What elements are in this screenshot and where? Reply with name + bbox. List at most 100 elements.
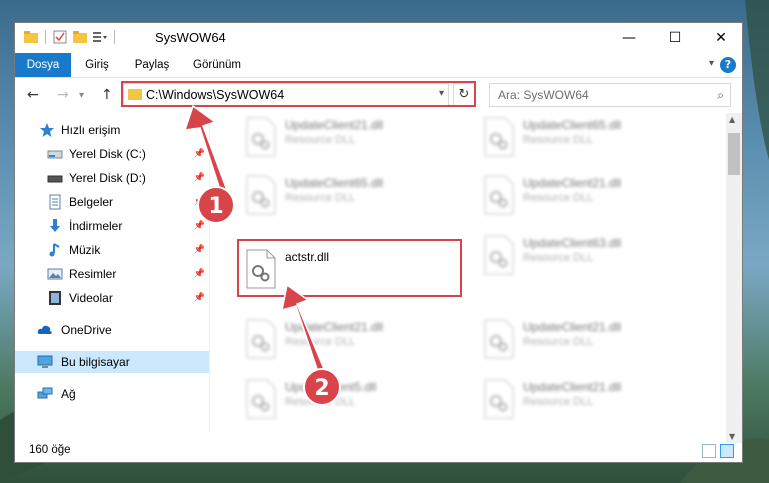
dll-file-icon [484,379,514,419]
search-box[interactable]: Ara: SysWOW64 ⌕ [489,83,731,107]
file-item[interactable]: UpdateClient65.dll Resource DLL [237,171,461,221]
tab-view[interactable]: Görünüm [187,53,247,77]
help-icon[interactable]: ? [720,57,736,73]
title-bar[interactable]: SysWOW64 — ☐ ✕ [15,23,742,53]
navigation-pane: Hızlı erişim Yerel Disk (C:) 📌 Yerel Dis… [15,113,209,433]
dll-file-icon [484,117,514,157]
file-item[interactable]: UpdateClient21.dll Resource DLL [237,315,461,365]
recent-locations-chevron-icon[interactable]: ▾ [79,90,84,101]
download-icon [50,219,60,232]
file-type: Resource DLL [285,192,356,204]
file-item[interactable]: UpdateClient5.dll Resource DLL [237,375,461,425]
sidebar-item-quick-access[interactable]: Hızlı erişim [15,119,209,141]
cloud-icon [37,325,52,334]
file-item[interactable]: UpdateClient65.dll Resource DLL [475,113,699,163]
scroll-down-icon[interactable]: ▼ [729,432,735,441]
dll-file-icon [246,117,276,157]
forward-arrow-icon[interactable]: → [57,87,69,103]
network-icon [37,387,53,399]
sidebar-item-label: Resimler [69,267,117,281]
scrollbar-thumb[interactable] [728,133,740,175]
file-name: UpdateClient63.dll [523,236,622,250]
file-type: Resource DLL [523,134,594,146]
file-type: Resource DLL [523,336,594,348]
pane-divider [209,113,210,433]
drive-icon [47,175,63,183]
file-item[interactable]: UpdateClient63.dll Resource DLL [475,231,699,281]
pin-icon: 📌 [193,244,205,254]
pictures-icon [47,268,63,280]
videos-icon [49,291,61,305]
sidebar-item-label: Yerel Disk (C:) [69,147,146,161]
file-type: Resource DLL [285,336,356,348]
file-name: UpdateClient21.dll [523,320,622,334]
file-name: UpdateClient21.dll [523,176,622,190]
sidebar-item-local-disk-c[interactable]: Yerel Disk (C:) 📌 [15,143,209,165]
file-type: Resource DLL [523,192,594,204]
sidebar-item-this-pc[interactable]: Bu bilgisayar [15,351,209,373]
sidebar-item-documents[interactable]: Belgeler 📌 [15,191,209,213]
file-highlight-box [237,239,462,297]
file-item[interactable]: UpdateClient21.dll Resource DLL [475,375,699,425]
sidebar-item-label: Bu bilgisayar [61,355,130,369]
search-icon: ⌕ [717,88,724,102]
tiles-view-icon[interactable] [720,444,734,458]
toolbar-separator [45,30,46,44]
tab-file[interactable]: Dosya [15,53,71,77]
file-item[interactable]: UpdateClient21.dll Resource DLL [237,113,461,163]
music-icon [49,243,60,257]
item-count: 160 öğe [29,444,71,456]
sidebar-item-pictures[interactable]: Resimler 📌 [15,263,209,285]
sidebar-item-network[interactable]: Ağ [15,383,209,405]
ribbon: Dosya Giriş Paylaş Görünüm ▾ ? [15,53,742,78]
up-arrow-icon[interactable]: ↑ [101,87,113,103]
documents-icon [49,194,61,210]
file-name: UpdateClient65.dll [285,176,384,190]
sidebar-item-label: Yerel Disk (D:) [69,171,146,185]
vertical-scrollbar[interactable]: ▲ ▼ [726,113,742,443]
sidebar-item-music[interactable]: Müzik 📌 [15,239,209,261]
sidebar-item-videos[interactable]: Videolar 📌 [15,287,209,309]
toolbar-separator [114,30,115,44]
search-placeholder: Ara: SysWOW64 [498,88,589,102]
star-icon [40,123,54,137]
file-type: Resource DLL [523,396,594,408]
file-type: Resource DLL [523,252,594,264]
sidebar-item-label: İndirmeler [69,219,123,233]
details-view-icon[interactable] [702,444,716,458]
dll-file-icon [246,175,276,215]
sidebar-item-local-disk-d[interactable]: Yerel Disk (D:) 📌 [15,167,209,189]
sidebar-item-downloads[interactable]: İndirmeler 📌 [15,215,209,237]
dll-file-icon [484,319,514,359]
file-name: UpdateClient65.dll [523,118,622,132]
file-name: UpdateClient21.dll [285,320,384,334]
customize-toolbar-icon[interactable] [92,29,108,45]
maximize-button[interactable]: ☐ [652,23,698,53]
file-item[interactable]: UpdateClient21.dll Resource DLL [475,315,699,365]
status-bar: 160 öğe [15,441,742,463]
tab-share[interactable]: Paylaş [127,53,177,77]
sidebar-item-label: Hızlı erişim [61,123,121,137]
navigation-bar: ← → ▾ ↑ C:\Windows\SysWOW64 ▾ ↻ Ara: Sys… [15,78,742,112]
window-title: SysWOW64 [155,30,226,45]
drive-icon [47,150,63,159]
sidebar-item-label: Videolar [69,291,113,305]
pin-icon: 📌 [193,220,205,230]
pin-icon: 📌 [193,172,205,182]
properties-icon[interactable] [52,29,68,45]
minimize-button[interactable]: — [606,23,652,53]
file-type: Resource DLL [285,134,356,146]
tab-home[interactable]: Giriş [77,53,117,77]
expand-ribbon-icon[interactable]: ▾ [709,58,714,69]
new-folder-icon[interactable] [72,29,88,45]
close-button[interactable]: ✕ [698,23,744,53]
sidebar-item-onedrive[interactable]: OneDrive [15,319,209,341]
address-highlight-box [121,81,476,107]
quick-access-toolbar [23,29,117,45]
pin-icon: 📌 [193,148,205,158]
scroll-up-icon[interactable]: ▲ [729,115,735,124]
file-item[interactable]: UpdateClient21.dll Resource DLL [475,171,699,221]
back-arrow-icon[interactable]: ← [27,87,39,103]
file-explorer-window: SysWOW64 — ☐ ✕ Dosya Giriş Paylaş Görünü… [14,22,743,463]
step-badge-1: 1 [197,186,235,224]
